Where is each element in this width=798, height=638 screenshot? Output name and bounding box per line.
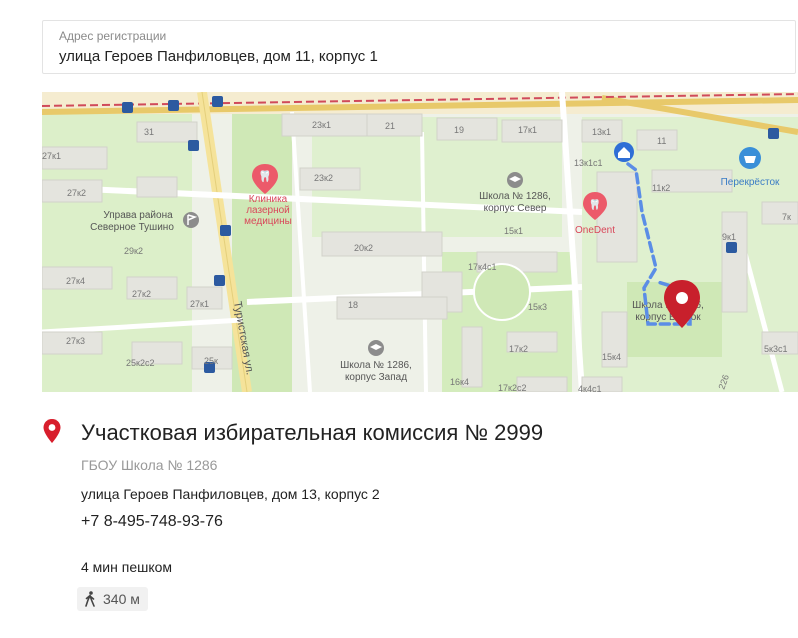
building-number: 7к: [782, 212, 791, 222]
building-number: 17к4с1: [468, 262, 496, 272]
map[interactable]: 23к1 21 19 17к1 13к1 11 31 27к1 27к2 23к…: [42, 92, 798, 392]
clinic-label-1: Клиника: [249, 194, 288, 205]
commission-phone[interactable]: +7 8-495-748-93-76: [81, 513, 223, 531]
building-number: 25к: [204, 356, 218, 366]
uprava-label-2: Северное Тушино: [90, 222, 174, 233]
building-number: 16к4: [450, 377, 469, 387]
building-number: 11к2: [652, 183, 670, 193]
clinic-label-2: лазерной: [246, 205, 290, 216]
school-north-label-1: Школа № 1286,: [479, 191, 551, 202]
building-number: 5к3с1: [764, 344, 787, 354]
clinic-label-3: медицины: [244, 216, 292, 227]
building-number: 15к1: [504, 226, 523, 236]
pedestrian-icon: [85, 591, 95, 607]
svg-text:🦷: 🦷: [258, 170, 272, 183]
building-number: 9к1: [722, 232, 736, 242]
building-number: 15к3: [528, 302, 547, 312]
building-number: 17к2с2: [498, 383, 526, 392]
walk-time: 4 мин пешком: [81, 559, 173, 575]
building-number: 13к1с1: [574, 158, 602, 168]
perekrestok-label: Перекрёсток: [721, 177, 780, 188]
stadium: [473, 263, 531, 321]
location-pin-icon: [43, 419, 61, 443]
registration-address-value[interactable]: улица Героев Панфиловцев, дом 11, корпус…: [59, 48, 378, 65]
registration-address-field[interactable]: Адрес регистрации улица Героев Панфиловц…: [42, 20, 796, 74]
building-number: 20к2: [354, 243, 373, 253]
building-number: 27к2: [132, 289, 151, 299]
building-number: 27к1: [42, 151, 61, 161]
building-number: 13к1: [592, 127, 611, 137]
building-number: 4к4с1: [578, 384, 601, 392]
building-number: 23к1: [312, 120, 331, 130]
onedent-label: OneDent: [575, 225, 615, 236]
building-number: 29к2: [124, 246, 143, 256]
building-number: 21: [385, 121, 395, 131]
school-west-label-2: корпус Запад: [345, 372, 407, 383]
building-number: 23к2: [314, 173, 333, 183]
building-number: 17к2: [509, 344, 528, 354]
commission-title: Участковая избирательная комиссия № 2999: [81, 420, 544, 445]
building-number: 25к2с2: [126, 358, 154, 368]
building-number: 27к1: [190, 299, 209, 309]
building-number: 27к2: [67, 188, 86, 198]
home-marker[interactable]: [614, 142, 634, 162]
walk-distance: 340 м: [103, 591, 140, 607]
building-number: 11: [657, 136, 666, 146]
uprava-label-1: Управа района: [103, 210, 173, 221]
map-canvas[interactable]: 23к1 21 19 17к1 13к1 11 31 27к1 27к2 23к…: [42, 92, 798, 392]
registration-address-label: Адрес регистрации: [59, 29, 167, 43]
building-number: 17к1: [518, 125, 537, 135]
building-number: 15к4: [602, 352, 621, 362]
building-number: 19: [454, 125, 464, 135]
walk-distance-chip: 340 м: [77, 587, 148, 611]
building-number: 31: [144, 127, 154, 137]
school-west-label-1: Школа № 1286,: [340, 360, 412, 371]
svg-text:🦷: 🦷: [589, 198, 601, 211]
flag-icon: [183, 212, 199, 228]
building-number: 27к3: [66, 336, 85, 346]
commission-address: улица Героев Панфиловцев, дом 13, корпус…: [81, 486, 380, 502]
building-number: 18: [348, 300, 358, 310]
school-north-label-2: корпус Север: [484, 203, 547, 214]
commission-organization: ГБОУ Школа № 1286: [81, 457, 218, 473]
building-number: 27к4: [66, 276, 85, 286]
